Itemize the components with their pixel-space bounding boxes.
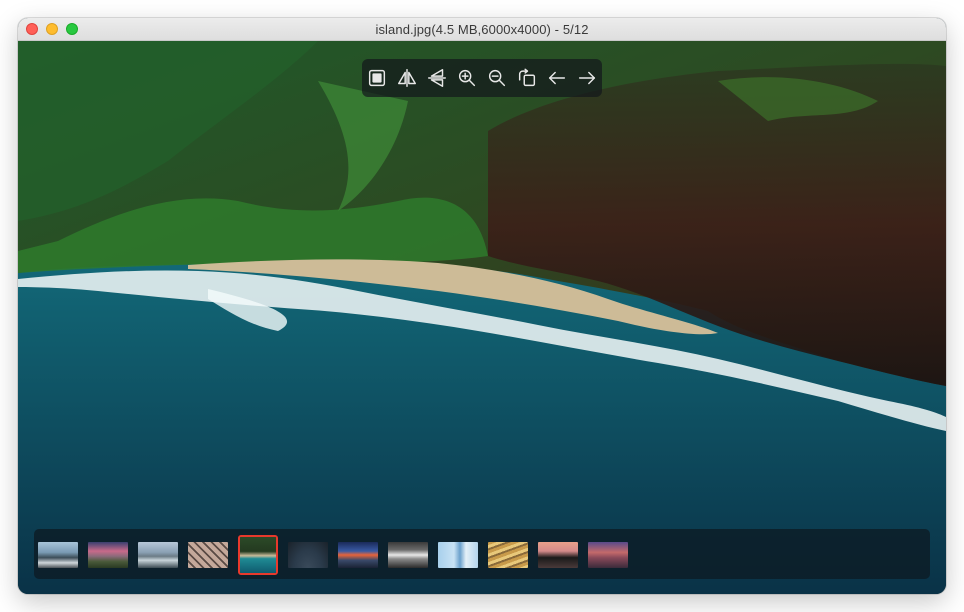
flip-horizontal-button[interactable] [393, 64, 421, 92]
rotate-button[interactable] [513, 64, 541, 92]
fit-to-window-button[interactable] [363, 64, 391, 92]
stop-square-icon [368, 69, 386, 87]
arrow-left-icon [548, 71, 566, 85]
flip-vertical-icon [428, 69, 446, 87]
image-toolbar [362, 59, 602, 97]
thumbnail-9[interactable] [438, 542, 478, 568]
rotate-icon [518, 68, 536, 87]
window-controls [26, 23, 78, 35]
thumbnail-11[interactable] [538, 542, 578, 568]
window-title: island.jpg(4.5 MB,6000x4000) - 5/12 [375, 21, 589, 37]
zoom-in-button[interactable] [453, 64, 481, 92]
thumbnail-3[interactable] [138, 542, 178, 568]
flip-vertical-button[interactable] [423, 64, 451, 92]
thumbnail-7[interactable] [338, 542, 378, 568]
thumbnail-6[interactable] [288, 542, 328, 568]
image-canvas[interactable] [18, 41, 946, 594]
island-photo [18, 41, 946, 594]
thumbnail-1[interactable] [38, 542, 78, 568]
zoom-out-icon [488, 69, 506, 87]
thumbnail-2[interactable] [88, 542, 128, 568]
thumbnail-5[interactable] [238, 535, 278, 575]
previous-image-button[interactable] [543, 64, 571, 92]
image-viewer-window: island.jpg(4.5 MB,6000x4000) - 5/12 [18, 18, 946, 594]
flip-horizontal-icon [398, 69, 416, 87]
zoom-out-button[interactable] [483, 64, 511, 92]
zoom-in-icon [458, 69, 476, 87]
thumbnail-strip [34, 529, 930, 579]
maximize-window-button[interactable] [66, 23, 78, 35]
thumbnail-4[interactable] [188, 542, 228, 568]
next-image-button[interactable] [573, 64, 601, 92]
arrow-right-icon [578, 71, 596, 85]
thumbnail-8[interactable] [388, 542, 428, 568]
thumbnail-10[interactable] [488, 542, 528, 568]
thumbnail-12[interactable] [588, 542, 628, 568]
minimize-window-button[interactable] [46, 23, 58, 35]
close-window-button[interactable] [26, 23, 38, 35]
title-bar[interactable]: island.jpg(4.5 MB,6000x4000) - 5/12 [18, 18, 946, 41]
